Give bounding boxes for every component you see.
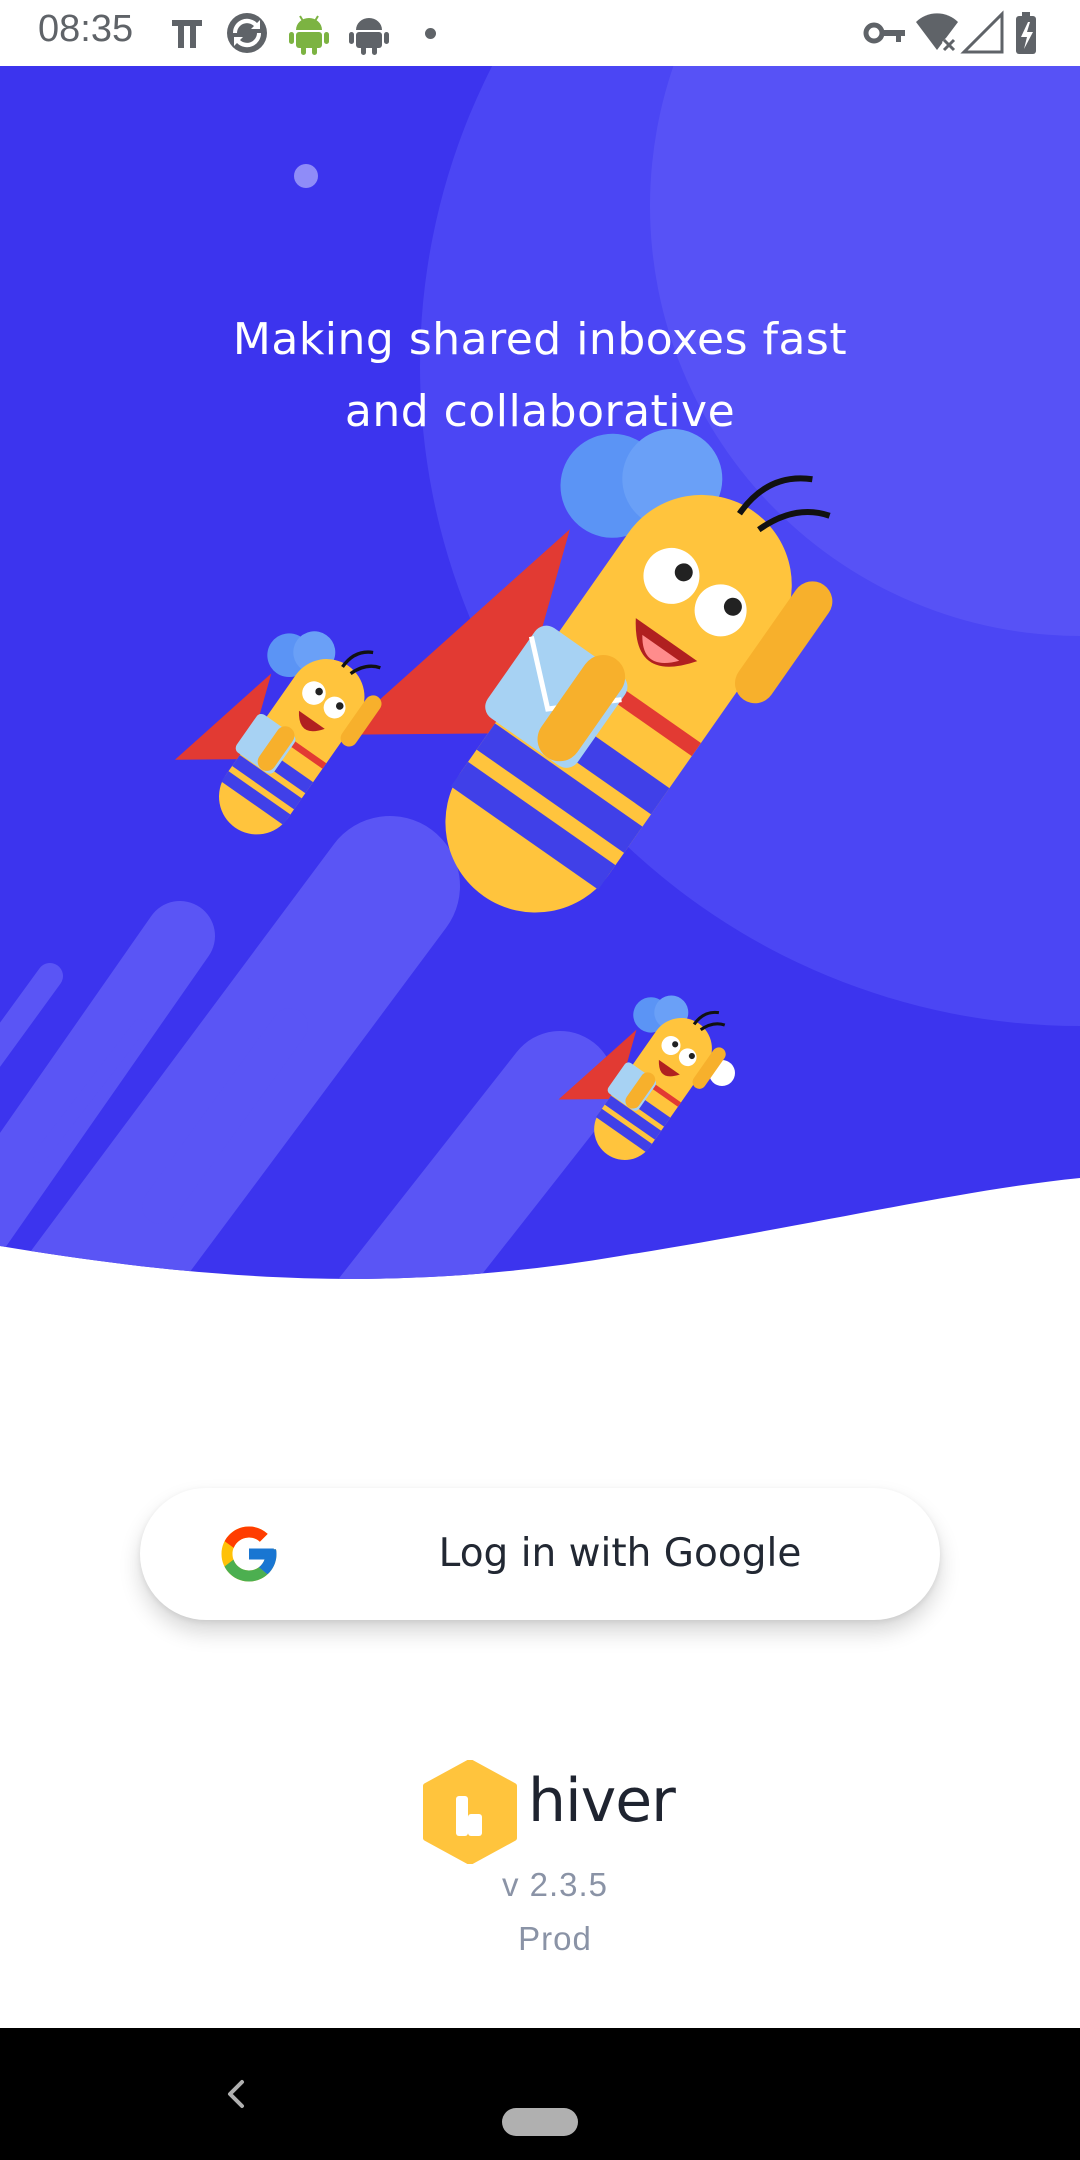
hiver-logo-icon xyxy=(423,1760,517,1864)
tagline-line-2: and collaborative xyxy=(344,386,736,437)
brand-name: hiver xyxy=(528,1766,676,1836)
sync-icon xyxy=(227,13,267,53)
cellular-signal-icon xyxy=(960,10,1004,54)
google-login-button[interactable]: Log in with Google xyxy=(140,1488,940,1620)
notification-icon xyxy=(172,20,202,48)
app-environment: Prod xyxy=(518,1920,592,1957)
flying-bee-mascots-illustration xyxy=(0,66,1080,1279)
google-login-label: Log in with Google xyxy=(438,1531,802,1576)
hero-banner: Making shared inboxes fast and collabora… xyxy=(0,66,1080,1281)
app-version: v 2.3.5 xyxy=(501,1866,609,1903)
navigation-bar xyxy=(0,2028,1080,2160)
tagline: Making shared inboxes fast and collabora… xyxy=(140,304,940,448)
tagline-line-1: Making shared inboxes fast xyxy=(232,314,848,365)
battery-charging-icon xyxy=(1016,12,1036,54)
vpn-key-icon xyxy=(863,22,905,44)
wifi-off-icon xyxy=(916,13,958,53)
back-icon[interactable] xyxy=(216,2070,256,2118)
google-g-icon xyxy=(221,1526,277,1582)
home-pill-icon[interactable] xyxy=(502,2108,578,2136)
status-bar: 08:35 xyxy=(0,0,1080,66)
more-dot-icon xyxy=(425,28,436,39)
status-time: 08:35 xyxy=(38,8,134,50)
android-debug-icon xyxy=(289,15,329,55)
android-icon xyxy=(349,18,389,55)
brand-lockup: hiver xyxy=(422,1760,676,1864)
